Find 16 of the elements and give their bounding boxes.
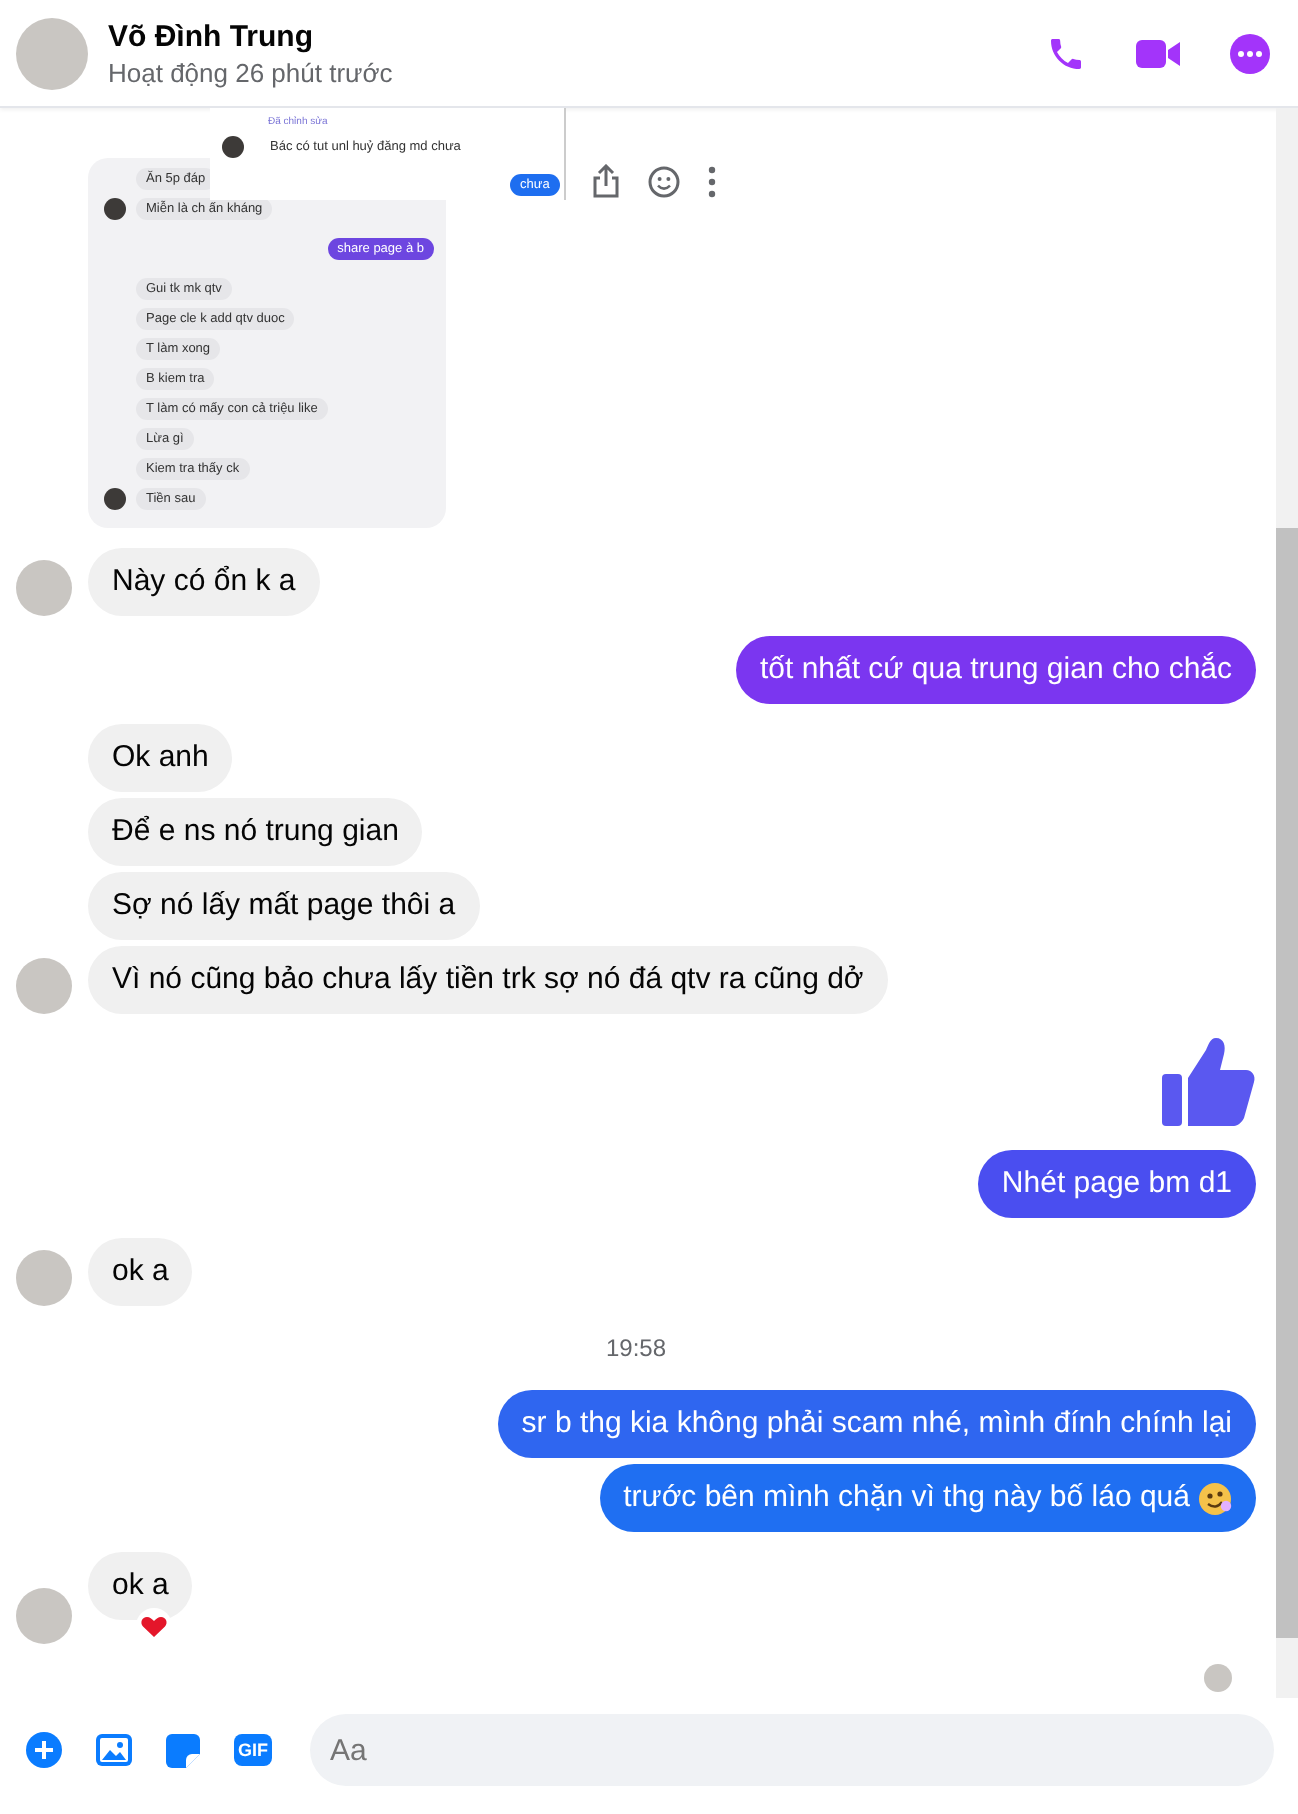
message-bubble: sr b thg kia không phải scam nhé, mình đính chính lại	[497, 1390, 1256, 1458]
message-bubble: Sợ nó lấy mất page thôi a	[88, 872, 480, 940]
message-bubble: Vì nó cũng bảo chưa lấy tiền trk sợ nó đá qtv ra cũng dở	[88, 946, 888, 1014]
message-bubble: Để e ns nó trung gian	[88, 798, 423, 866]
contact-name: Võ Đình Trung	[108, 19, 315, 53]
message-bubble: ok a	[88, 1238, 193, 1306]
message-bubble: Này có ổn k a	[88, 548, 320, 616]
message-input[interactable]: Aa	[310, 1714, 1274, 1786]
message-bubble: Nhét page bm d1	[977, 1150, 1256, 1218]
active-status: Hoạt động 26 phút trước	[108, 57, 393, 87]
message-bubble: tốt nhất cứ qua trung gian cho chắc	[735, 636, 1256, 704]
timestamp: 19:58	[605, 1334, 667, 1362]
message-bubble: Ok anh	[88, 724, 233, 792]
message-bubble: trước bên mình chặn vì thg này bố láo quá	[599, 1464, 1256, 1532]
message-bubble: ok a	[88, 1552, 193, 1620]
gif-button[interactable]: GIF	[234, 1734, 272, 1766]
